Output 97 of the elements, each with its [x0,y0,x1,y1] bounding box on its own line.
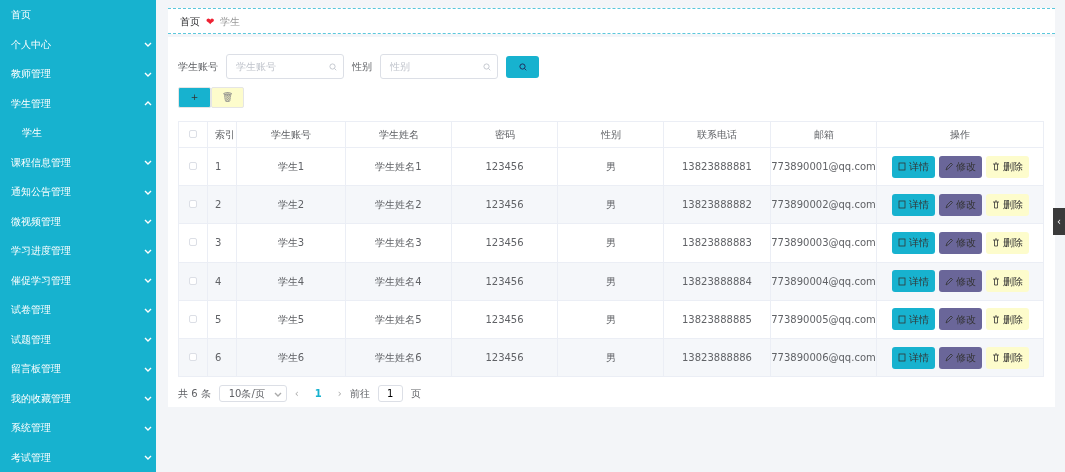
sidebar-item[interactable]: 学习进度管理 [11,243,71,259]
table-cell: 男 [557,147,664,186]
sidebar-item[interactable]: 留言板管理 [11,361,61,377]
table-cell: 13823888886 [663,338,771,377]
edit-button[interactable]: 修改 [938,231,982,254]
table-cell: 男 [557,185,664,224]
delete-button[interactable]: 删除 [985,346,1029,369]
column-header: 操作 [876,121,1044,148]
table-cell: 13823888884 [663,262,771,301]
table-cell: 男 [557,300,664,339]
table-cell: 13823888883 [663,223,771,263]
total-count: 共 6 条 [178,387,211,402]
table-cell: 13823888882 [663,185,771,224]
edit-button[interactable]: 修改 [938,155,982,178]
sidebar-item[interactable]: 系统管理 [11,420,51,436]
table-cell: 773890003@qq.com [770,223,877,263]
goto-label: 前往 [349,387,370,402]
sidebar-item[interactable]: 通知公告管理 [11,184,71,200]
breadcrumb-separator: ❤ [206,14,215,29]
delete-button[interactable]: 删除 [985,270,1029,293]
table-cell: 773890004@qq.com [770,262,877,301]
table-cell: 学生姓名2 [345,185,452,224]
table-cell: 学生4 [236,262,346,301]
table-cell: 学生姓名1 [345,147,452,186]
table-cell: 男 [557,262,664,301]
sidebar-subitem[interactable]: 学生 [22,125,42,141]
delete-button[interactable]: 删除 [985,155,1029,178]
sidebar-item[interactable]: 个人中心 [11,36,51,52]
table-cell: 学生姓名4 [345,262,452,301]
sidebar-item[interactable]: 课程信息管理 [11,154,71,170]
detail-button[interactable]: 详情 [891,155,935,178]
page-input[interactable]: 1 [377,385,403,403]
table-cell: 学生6 [236,338,346,377]
table-cell: 学生3 [236,223,346,263]
column-header: 学生姓名 [345,121,452,148]
table-cell: 男 [557,223,664,263]
edit-button[interactable]: 修改 [938,308,982,331]
sidebar-item[interactable]: 教师管理 [11,66,51,82]
table-cell: 5 [207,300,237,339]
column-header: 学生账号 [236,121,346,148]
table-cell: 13823888885 [663,300,771,339]
table-cell: 3 [207,223,237,263]
delete-button[interactable]: 删除 [985,308,1029,331]
delete-button[interactable]: 🗑 [211,87,244,108]
edit-button[interactable]: 修改 [938,270,982,293]
table-cell: 学生姓名3 [345,223,452,263]
prev-page-button[interactable]: ‹ [294,386,299,402]
table-cell: 123456 [451,262,558,301]
detail-button[interactable]: 详情 [891,308,935,331]
sidebar-item[interactable]: 学生管理 [11,95,51,111]
table-cell: 123456 [451,185,558,224]
table-cell: 773890002@qq.com [770,185,877,224]
column-header: 性别 [557,121,664,148]
field-label: 性别 [352,60,372,74]
column-header: 密码 [451,121,558,148]
sidebar-item[interactable]: 考试管理 [11,449,51,465]
table-cell: 13823888881 [663,147,771,186]
delete-button[interactable]: 删除 [985,231,1029,254]
table-cell: 男 [557,338,664,377]
table-cell: 773890001@qq.com [770,147,877,186]
edit-button[interactable]: 修改 [938,193,982,216]
sidebar-item[interactable]: 试卷管理 [11,302,51,318]
breadcrumb-link[interactable]: 首页 [180,13,200,29]
table-cell: 123456 [451,147,558,186]
sidebar-item[interactable]: 首页 [11,7,31,23]
sidebar-item[interactable]: 我的收藏管理 [11,390,71,406]
table-cell: 1 [207,147,237,186]
edit-button[interactable]: 修改 [938,346,982,369]
table-cell: 学生姓名5 [345,300,452,339]
detail-button[interactable]: 详情 [891,231,935,254]
add-button[interactable]: + [178,87,211,108]
sidebar-item[interactable]: 微视频管理 [11,213,61,229]
table-cell: 学生2 [236,185,346,224]
table-cell: 123456 [451,223,558,263]
collapse-tab[interactable]: ‹ [1053,208,1065,235]
page-size-select[interactable]: 10条/页 [218,385,287,403]
page-number[interactable]: 1 [306,386,330,402]
next-page-button[interactable]: › [337,386,342,402]
delete-button[interactable]: 删除 [985,193,1029,216]
table-cell: 学生5 [236,300,346,339]
column-header: 索引 [207,121,237,148]
table-cell: 123456 [451,338,558,377]
column-header: 邮箱 [770,121,877,148]
detail-button[interactable]: 详情 [891,346,935,369]
table-cell: 学生1 [236,147,346,186]
table-cell: 123456 [451,300,558,339]
sidebar-item[interactable]: 试题管理 [11,331,51,347]
table-cell: 学生姓名6 [345,338,452,377]
table-cell: 773890006@qq.com [770,338,877,377]
breadcrumb-current: 学生 [220,14,241,29]
detail-button[interactable]: 详情 [891,270,935,293]
page-suffix: 页 [410,387,421,402]
field-label: 学生账号 [178,60,218,74]
table-cell: 773890005@qq.com [770,300,877,339]
detail-button[interactable]: 详情 [891,193,935,216]
column-header: 联系电话 [663,121,771,148]
sidebar-item[interactable]: 催促学习管理 [11,272,71,288]
